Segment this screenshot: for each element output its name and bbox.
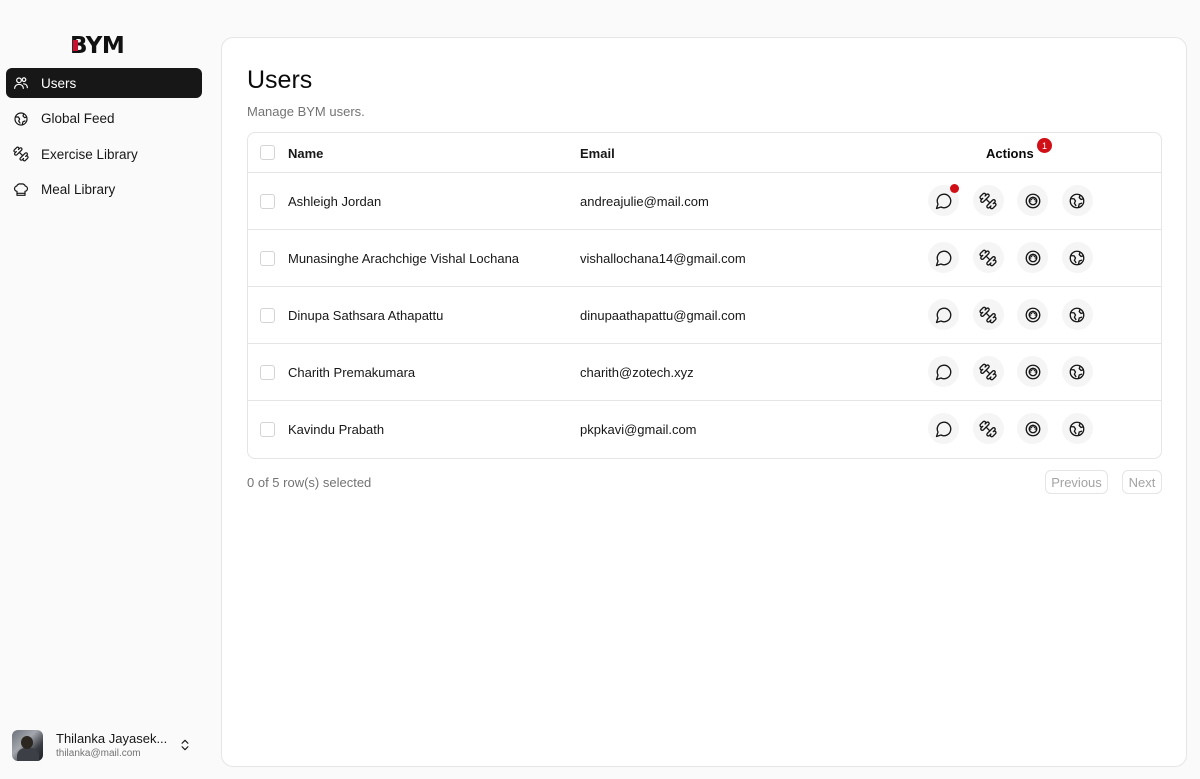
user-email-cell: pkpkavi@gmail.com — [580, 422, 697, 437]
dumbbell-icon — [979, 192, 997, 210]
logo: BYM — [70, 33, 125, 59]
row-checkbox[interactable] — [260, 308, 275, 323]
meal-button[interactable] — [1017, 185, 1048, 216]
sidebar-item-label: Users — [41, 75, 77, 91]
unread-dot — [950, 184, 959, 193]
previous-button[interactable]: Previous — [1045, 470, 1108, 494]
meal-icon — [1024, 192, 1042, 210]
table-header: Name Email Actions 1 — [248, 133, 1161, 173]
notification-badge: 1 — [1037, 138, 1052, 153]
column-header-email: Email — [580, 146, 615, 161]
selection-status: 0 of 5 row(s) selected — [247, 475, 372, 490]
row-checkbox[interactable] — [260, 194, 275, 209]
meal-icon — [1024, 249, 1042, 267]
table-row[interactable]: Charith Premakumara charith@zotech.xyz — [248, 344, 1161, 401]
message-button[interactable] — [928, 242, 959, 273]
meal-icon — [1024, 363, 1042, 381]
row-checkbox[interactable] — [260, 365, 275, 380]
user-email: thilanka@mail.com — [56, 748, 141, 759]
users-icon — [13, 75, 29, 91]
page-subtitle: Manage BYM users. — [247, 104, 365, 119]
sidebar: BYM Users Global Feed Exercise Library M… — [0, 0, 210, 779]
meal-icon — [1024, 420, 1042, 438]
column-header-name: Name — [288, 146, 324, 161]
table-row[interactable]: Kavindu Prabath pkpkavi@gmail.com — [248, 401, 1161, 458]
sidebar-item-exercise-library[interactable]: Exercise Library — [6, 139, 202, 169]
page-title: Users — [247, 66, 313, 94]
exercise-button[interactable] — [972, 413, 1004, 444]
message-icon — [935, 363, 953, 381]
message-icon — [935, 249, 953, 267]
user-name-cell: Munasinghe Arachchige Vishal Lochana — [288, 251, 520, 266]
meal-button[interactable] — [1017, 413, 1048, 444]
user-name-cell: Ashleigh Jordan — [288, 194, 382, 209]
meal-icon — [1024, 306, 1042, 324]
user-email-cell: andreajulie@mail.com — [580, 194, 709, 209]
sidebar-item-label: Exercise Library — [41, 146, 138, 162]
users-table: Name Email Actions 1 Ashleigh Jordan andr… — [247, 132, 1162, 459]
next-button[interactable]: Next — [1122, 470, 1162, 494]
dumbbell-icon — [979, 249, 997, 267]
feed-button[interactable] — [1061, 413, 1093, 444]
meal-button[interactable] — [1017, 242, 1048, 273]
globe-icon — [1068, 192, 1086, 210]
feed-button[interactable] — [1061, 185, 1093, 216]
user-name-cell: Dinupa Sathsara Athapattu — [288, 308, 444, 323]
user-name-cell: Charith Premakumara — [288, 365, 416, 380]
user-name: Thilanka Jayasek... — [56, 731, 168, 746]
user-email-cell: vishallochana14@gmail.com — [580, 251, 746, 266]
row-checkbox[interactable] — [260, 251, 275, 266]
main-panel: Users Manage BYM users. Name Email Actio… — [221, 37, 1187, 767]
table-row[interactable]: Dinupa Sathsara Athapattu dinupaathapattu… — [248, 287, 1161, 344]
globe-icon — [1068, 249, 1086, 267]
message-button[interactable] — [928, 184, 959, 216]
dumbbell-icon — [13, 146, 29, 162]
exercise-button[interactable] — [972, 356, 1004, 387]
feed-button[interactable] — [1061, 242, 1093, 273]
feed-button[interactable] — [1061, 356, 1093, 387]
sidebar-item-global-feed[interactable]: Global Feed — [6, 104, 202, 134]
user-email-cell: dinupaathapattu@gmail.com — [580, 308, 746, 323]
feed-button[interactable] — [1061, 299, 1093, 330]
globe-icon — [1068, 420, 1086, 438]
globe-icon — [13, 111, 29, 127]
sidebar-nav: Users Global Feed Exercise Library Meal … — [6, 68, 202, 210]
row-checkbox[interactable] — [260, 422, 275, 437]
user-menu[interactable]: Thilanka Jayasek... thilanka@mail.com — [12, 729, 197, 761]
sidebar-item-users[interactable]: Users — [6, 68, 202, 98]
sidebar-item-meal-library[interactable]: Meal Library — [6, 175, 202, 205]
exercise-button[interactable] — [972, 185, 1004, 216]
sidebar-item-label: Global Feed — [41, 111, 115, 126]
dumbbell-icon — [979, 306, 997, 324]
exercise-button[interactable] — [972, 299, 1004, 330]
message-icon — [935, 306, 953, 324]
dumbbell-icon — [979, 420, 997, 438]
sidebar-item-label: Meal Library — [41, 182, 116, 197]
meal-button[interactable] — [1017, 356, 1048, 387]
select-all-checkbox[interactable] — [260, 145, 275, 160]
meal-button[interactable] — [1017, 299, 1048, 330]
message-icon — [935, 420, 953, 438]
avatar — [12, 729, 43, 761]
table-row[interactable]: Munasinghe Arachchige Vishal Lochana vish… — [248, 230, 1161, 287]
user-name-cell: Kavindu Prabath — [288, 422, 385, 437]
exercise-button[interactable] — [972, 242, 1004, 273]
chevrons-up-down-icon[interactable] — [178, 737, 192, 753]
globe-icon — [1068, 363, 1086, 381]
user-email-cell: charith@zotech.xyz — [580, 365, 694, 380]
table-row[interactable]: Ashleigh Jordan andreajulie@mail.com — [248, 173, 1161, 230]
message-icon — [935, 192, 953, 210]
message-button[interactable] — [928, 413, 959, 444]
message-button[interactable] — [928, 356, 959, 387]
chef-hat-icon — [13, 182, 29, 198]
column-header-actions: Actions — [986, 146, 1034, 161]
dumbbell-icon — [979, 363, 997, 381]
message-button[interactable] — [928, 299, 959, 330]
globe-icon — [1068, 306, 1086, 324]
